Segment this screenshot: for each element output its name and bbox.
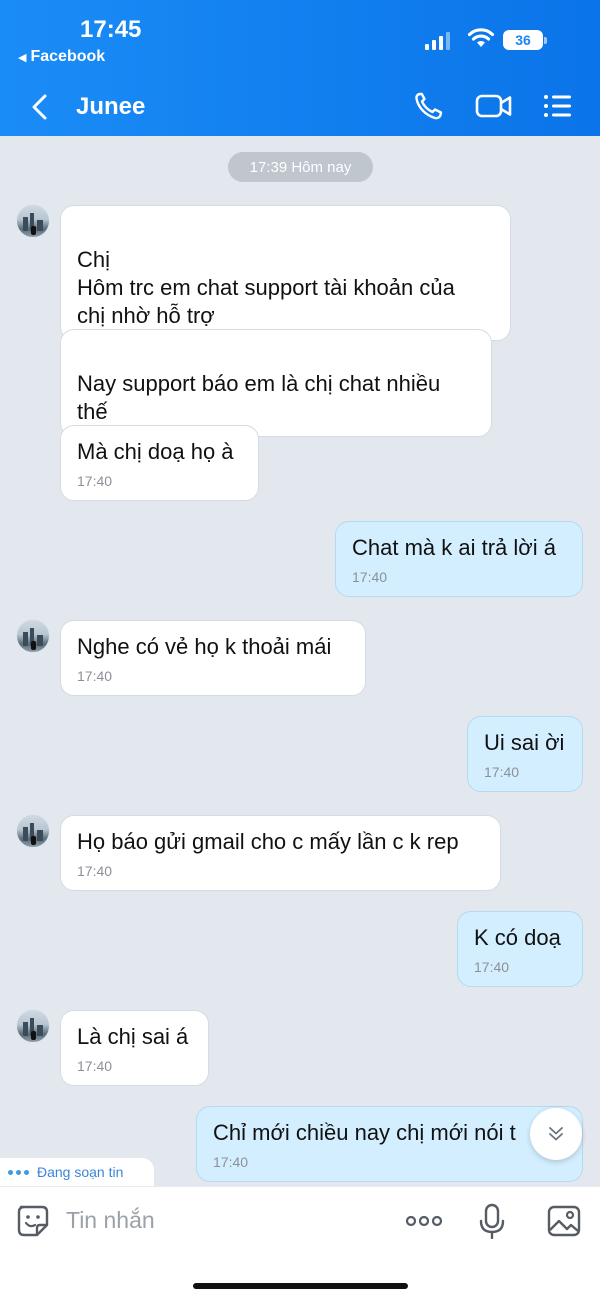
- typing-indicator: Đang soạn tin: [0, 1158, 154, 1186]
- message-time: 17:40: [352, 569, 388, 585]
- message-input-bar: Tin nhắn: [0, 1186, 600, 1300]
- status-time: 17:45: [80, 16, 142, 43]
- outgoing-message[interactable]: K có doạ 17:40: [457, 911, 583, 987]
- incoming-message[interactable]: Nay support báo em là chị chat nhiều thế: [60, 329, 492, 437]
- contact-name[interactable]: Junee: [76, 93, 145, 121]
- back-triangle-icon: ◀: [18, 51, 27, 64]
- message-time: 17:40: [77, 473, 113, 489]
- incoming-message[interactable]: Họ báo gửi gmail cho c mấy lần c k rep 1…: [60, 815, 501, 891]
- back-icon[interactable]: [28, 92, 52, 122]
- message-text: Họ báo gửi gmail cho c mấy lần c k rep: [77, 829, 459, 854]
- message-time: 17:40: [213, 1154, 249, 1170]
- typing-dots-icon: [8, 1169, 29, 1175]
- menu-icon[interactable]: [540, 90, 574, 122]
- scroll-to-bottom-button[interactable]: [530, 1108, 582, 1160]
- home-indicator[interactable]: [193, 1283, 408, 1289]
- message-time: 17:40: [77, 863, 113, 879]
- outgoing-message[interactable]: Chỉ mới chiều nay chị mới nói t 17:40: [196, 1106, 583, 1182]
- message-time: 17:40: [77, 668, 113, 684]
- video-call-icon[interactable]: [474, 90, 514, 122]
- date-separator: 17:39 Hôm nay: [228, 152, 373, 182]
- cellular-signal-icon: [425, 30, 450, 50]
- chat-header: 17:45 ◀ Facebook 36 Junee: [0, 0, 600, 136]
- sticker-icon[interactable]: [15, 1203, 51, 1239]
- message-text: Là chị sai á: [77, 1024, 189, 1049]
- message-input[interactable]: Tin nhắn: [66, 1207, 155, 1234]
- contact-avatar[interactable]: [16, 1009, 50, 1043]
- message-text: Nay support báo em là chị chat nhiều thế: [77, 371, 441, 424]
- chevron-double-down-icon: [549, 1127, 563, 1141]
- incoming-message[interactable]: Nghe có vẻ họ k thoải mái 17:40: [60, 620, 366, 696]
- image-icon[interactable]: [546, 1203, 582, 1239]
- message-time: 17:40: [77, 1058, 113, 1074]
- contact-avatar[interactable]: [16, 204, 50, 238]
- message-text: K có doạ: [474, 925, 561, 950]
- microphone-icon[interactable]: [474, 1203, 510, 1239]
- more-icon[interactable]: [404, 1203, 444, 1239]
- back-to-app-link[interactable]: ◀ Facebook: [18, 48, 105, 66]
- outgoing-message[interactable]: Ui sai ời 17:40: [467, 716, 583, 792]
- message-text: Chat mà k ai trả lời á: [352, 535, 556, 560]
- message-text: Chỉ mới chiều nay chị mới nói t: [213, 1120, 516, 1145]
- wifi-icon: [467, 28, 495, 47]
- battery-level: 36: [503, 30, 543, 50]
- message-time: 17:40: [474, 959, 510, 975]
- outgoing-message[interactable]: Chat mà k ai trả lời á 17:40: [335, 521, 583, 597]
- message-list[interactable]: 17:39 Hôm nay Chị Hôm trc em chat suppor…: [0, 136, 600, 1186]
- battery-indicator: 36: [503, 30, 547, 50]
- message-text: Nghe có vẻ họ k thoải mái: [77, 634, 332, 659]
- message-text: Ui sai ời: [484, 730, 565, 755]
- message-text: Chị Hôm trc em chat support tài khoản củ…: [77, 247, 455, 328]
- contact-avatar[interactable]: [16, 814, 50, 848]
- message-time: 17:40: [484, 764, 520, 780]
- incoming-message[interactable]: Chị Hôm trc em chat support tài khoản củ…: [60, 205, 511, 341]
- incoming-message[interactable]: Là chị sai á 17:40: [60, 1010, 209, 1086]
- typing-label: Đang soạn tin: [37, 1164, 124, 1180]
- contact-avatar[interactable]: [16, 619, 50, 653]
- back-app-label: Facebook: [30, 48, 106, 65]
- incoming-message[interactable]: Mà chị doạ họ à 17:40: [60, 425, 259, 501]
- phone-icon[interactable]: [412, 90, 446, 122]
- message-text: Mà chị doạ họ à: [77, 439, 234, 464]
